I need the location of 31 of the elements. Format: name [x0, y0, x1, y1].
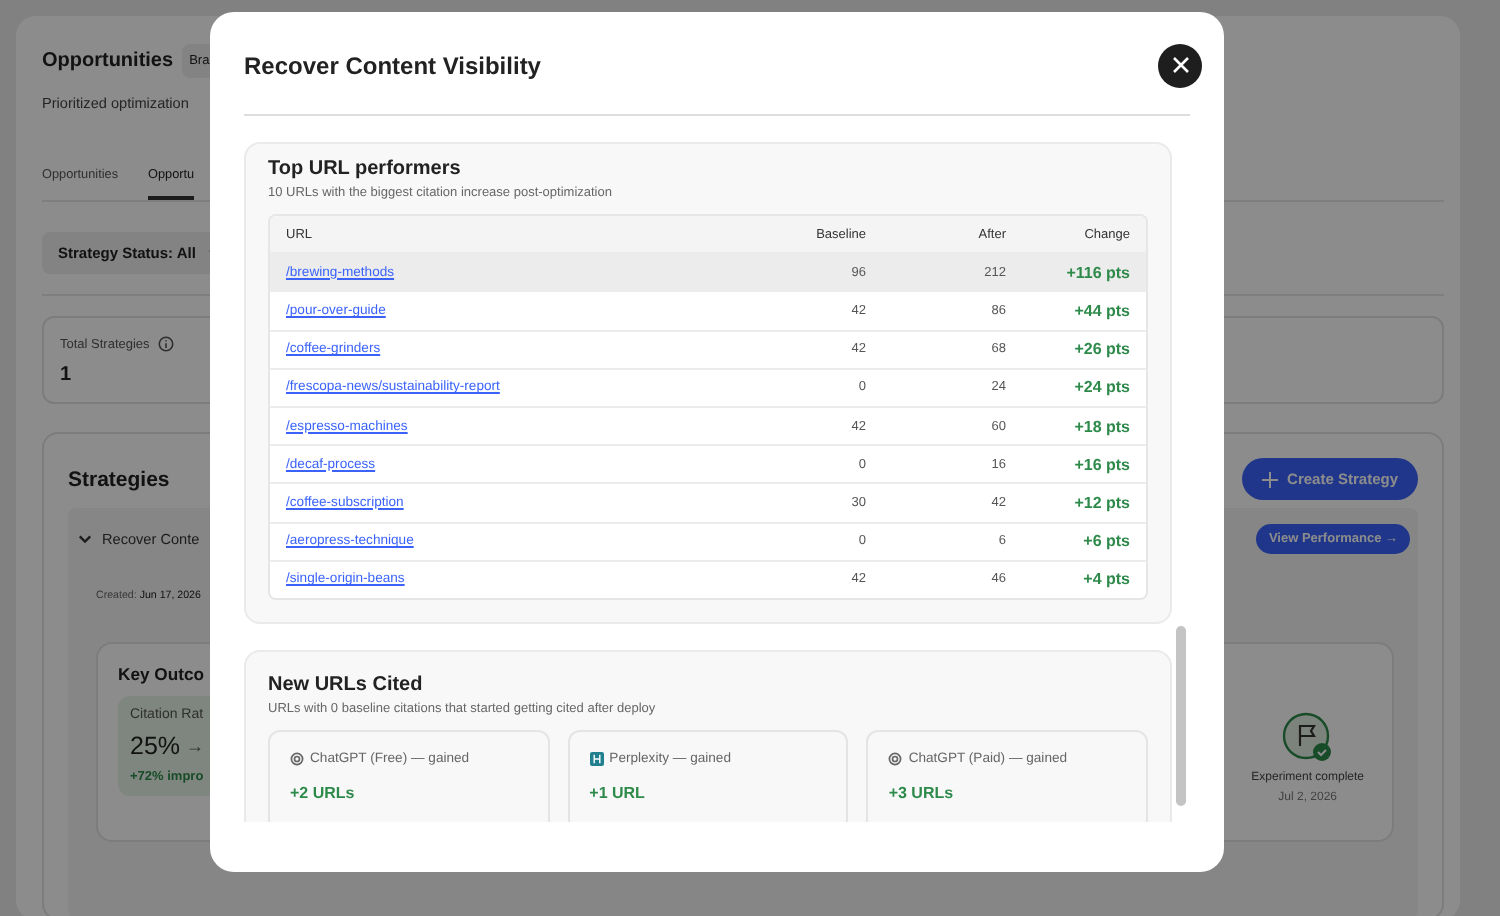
change-cell-text: +18 pts — [1072, 417, 1130, 436]
close-icon — [1171, 56, 1189, 74]
change-cell-text: +12 pts — [1072, 493, 1130, 512]
change-cell-text: +16 pts — [1072, 455, 1130, 474]
knot-logo-icon — [290, 751, 304, 766]
metric-value: 25% — [130, 732, 181, 760]
section-title: Strategies — [68, 467, 170, 491]
square-logo-icon — [589, 751, 604, 766]
change-cell-text: +116 pts — [1064, 263, 1130, 282]
change-cell-text: +24 pts — [1072, 378, 1130, 397]
gained-count: +1 URL — [589, 783, 647, 802]
change-cell-text: +4 pts — [1081, 570, 1130, 589]
change-cell-text: +44 pts — [1072, 301, 1130, 320]
arrow-glyph: → — [186, 736, 205, 756]
scrollbar-thumb[interactable] — [1176, 626, 1186, 806]
flag-milestone-icon — [1281, 712, 1334, 764]
plus-icon — [1261, 471, 1278, 487]
section-title: Top URL performers — [268, 158, 463, 180]
change-cell-text: +26 pts — [1072, 340, 1130, 359]
knot-logo-icon — [888, 751, 903, 766]
section-title: New URLs Cited — [268, 673, 425, 696]
gained-count: +3 URLs — [888, 783, 956, 802]
chevron-icon[interactable] — [78, 534, 92, 544]
close-button[interactable] — [1158, 43, 1202, 87]
change-cell-text: +6 pts — [1081, 532, 1130, 551]
page-title: Opportunities — [42, 50, 174, 72]
info-icon — [157, 336, 174, 352]
stat-value: 1 — [60, 364, 72, 386]
card-title: Key Outco — [118, 664, 204, 684]
modal-title: Recover Content Visibility — [244, 51, 541, 79]
gained-count: +2 URLs — [290, 783, 357, 802]
